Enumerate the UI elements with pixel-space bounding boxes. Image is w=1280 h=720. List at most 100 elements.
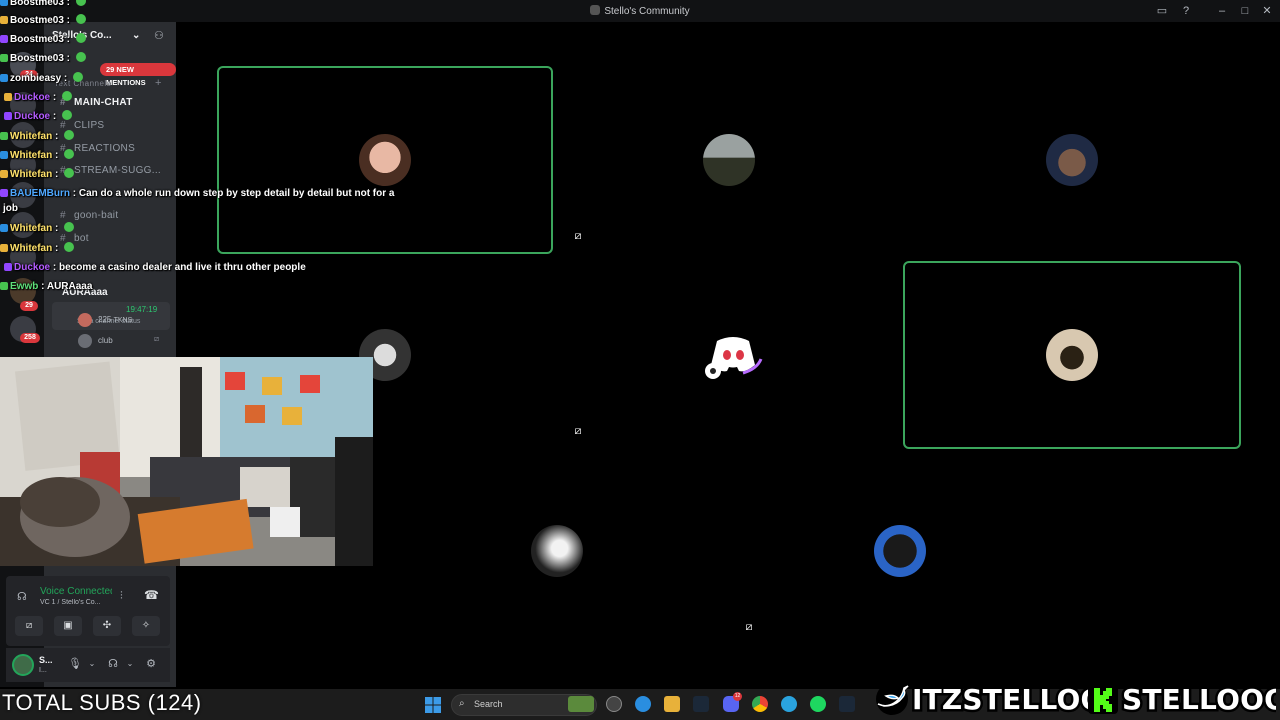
- chat-message: Duckoe :: [4, 110, 73, 122]
- minimize-button[interactable]: –: [1215, 4, 1229, 18]
- spotify-icon[interactable]: [810, 696, 826, 712]
- video-tile[interactable]: ⧄: [560, 261, 897, 449]
- search-highlight-icon: [568, 696, 594, 712]
- muted-icon: ⧄: [568, 421, 588, 441]
- screen: Stello's Community ▭ ? – □ ✕ 24 29 258 S…: [0, 0, 1280, 720]
- social-handles: ITZSTELLOO STELLOOO: [872, 678, 1280, 719]
- chat-username: BAUEMBurn: [10, 188, 70, 199]
- file-explorer-icon[interactable]: [664, 696, 680, 712]
- soundboard-button[interactable]: ✧: [132, 616, 160, 636]
- chat-badge-icon: [0, 0, 8, 6]
- twitter-handle: ITZSTELLOO: [912, 683, 1105, 716]
- chat-badge-icon: [0, 54, 8, 62]
- chat-username: Boostme03: [10, 15, 64, 26]
- noise-suppression-icon[interactable]: ⫶: [120, 590, 123, 603]
- user-name: S...: [39, 655, 53, 665]
- chevron-down-icon: ⌄: [132, 30, 141, 41]
- windows-start-icon[interactable]: [425, 697, 441, 713]
- kick-icon: [1088, 684, 1118, 714]
- connection-icon[interactable]: ☊: [17, 590, 27, 603]
- chat-username: Duckoe: [14, 92, 51, 103]
- steam-icon[interactable]: [839, 696, 855, 712]
- steam-icon[interactable]: [693, 696, 709, 712]
- avatar: [1046, 134, 1098, 186]
- taskbar-search-label: Search: [474, 699, 503, 709]
- chat-username: Whitefan: [10, 150, 53, 161]
- chat-emote-icon: [64, 222, 75, 232]
- muted-icon: ⧄: [739, 617, 759, 637]
- voice-connected-channel[interactable]: VC 1 / Stello's Co...: [40, 599, 112, 606]
- video-tile[interactable]: [388, 456, 725, 645]
- voice-member[interactable]: 225 TKNS: [78, 313, 132, 327]
- chat-emote-icon: [64, 168, 75, 178]
- discord-logo-icon: [703, 329, 762, 381]
- inbox-icon[interactable]: ▭: [1155, 4, 1169, 18]
- chat-emote-icon: [75, 14, 86, 24]
- chat-message: Boostme03 :: [0, 0, 86, 8]
- avatar: [874, 524, 926, 577]
- chat-username: Boostme03: [10, 0, 64, 8]
- copilot-icon[interactable]: [606, 696, 622, 712]
- settings-gear-icon[interactable]: ⚙: [143, 656, 159, 672]
- video-tile[interactable]: [903, 66, 1241, 254]
- maximize-button[interactable]: □: [1238, 4, 1252, 18]
- discord-badge: 12: [733, 692, 742, 701]
- new-mentions-pill[interactable]: 29 NEW MENTIONS: [100, 63, 176, 87]
- chat-badge-icon: [0, 35, 8, 43]
- avatar: [702, 134, 755, 186]
- chat-message: BAUEMBurn : Can do a whole run down step…: [0, 188, 394, 199]
- add-channel-icon[interactable]: +: [155, 77, 161, 89]
- user-status: I...: [39, 667, 47, 674]
- close-button[interactable]: ✕: [1260, 4, 1274, 18]
- chat-badge-icon: [4, 263, 12, 271]
- disconnect-icon[interactable]: ☎: [144, 588, 159, 602]
- camera-off-button[interactable]: ⧄: [15, 616, 43, 636]
- channel-stream-suggestions[interactable]: # STREAM-SUGG...: [60, 165, 161, 176]
- chat-badge-icon: [0, 16, 8, 24]
- server-badge: 29: [20, 301, 38, 311]
- chat-emote-icon: [64, 130, 75, 140]
- title-bar: Stello's Community ▭ ? – □ ✕: [0, 0, 1280, 22]
- voice-member[interactable]: club ⧄: [78, 334, 159, 348]
- chat-username: Ewwb: [10, 281, 39, 292]
- edge-icon[interactable]: [635, 696, 651, 712]
- chat-message: Duckoe :: [4, 91, 73, 103]
- chevron-down-icon[interactable]: ⌄: [84, 656, 100, 672]
- microphone-icon[interactable]: 🎙︎: [67, 656, 83, 672]
- video-tile[interactable]: [217, 66, 553, 254]
- channel-goon-bait[interactable]: # goon-bait: [60, 210, 118, 221]
- voice-connected-title[interactable]: Voice Connected: [40, 586, 112, 597]
- chat-text: become a casino dealer and live it thru …: [59, 262, 306, 273]
- video-tile[interactable]: ⧄: [731, 456, 1069, 645]
- chat-text: job: [3, 203, 18, 214]
- chat-text: Can do a whole run down step by step det…: [78, 188, 395, 199]
- headphones-icon[interactable]: ☊: [105, 656, 121, 672]
- video-tile[interactable]: ⧄: [560, 66, 897, 254]
- webcam-feed: [0, 357, 373, 566]
- chrome-icon[interactable]: [752, 696, 768, 712]
- screen-share-button[interactable]: ▣: [54, 616, 82, 636]
- chat-message: Boostme03 :: [0, 14, 86, 26]
- twitter-icon: [876, 683, 909, 715]
- chat-message: Whitefan :: [0, 222, 75, 234]
- chat-badge-icon: [0, 74, 8, 82]
- chat-badge-icon: [0, 224, 8, 232]
- mic-muted-icon: ⧄: [154, 334, 160, 343]
- window-title: Stello's Community: [604, 6, 690, 17]
- server-icon: [590, 5, 601, 15]
- chat-emote-icon: [62, 91, 73, 101]
- add-member-icon[interactable]: ⚇: [154, 29, 164, 42]
- chat-message: Whitefan :: [0, 168, 75, 180]
- server-badge: 258: [20, 333, 40, 343]
- telegram-icon[interactable]: [781, 696, 797, 712]
- chat-badge-icon: [0, 282, 8, 290]
- video-tile[interactable]: [903, 261, 1241, 449]
- activities-button[interactable]: ✣: [93, 616, 121, 636]
- help-icon[interactable]: ?: [1179, 4, 1193, 18]
- chat-badge-icon: [0, 170, 8, 178]
- chat-badge-icon: [0, 151, 8, 159]
- chat-text: AURAaaa: [46, 281, 93, 292]
- chevron-down-icon[interactable]: ⌄: [122, 656, 138, 672]
- chat-message: Ewwb : AURAaaa: [0, 281, 92, 292]
- avatar[interactable]: [12, 654, 34, 676]
